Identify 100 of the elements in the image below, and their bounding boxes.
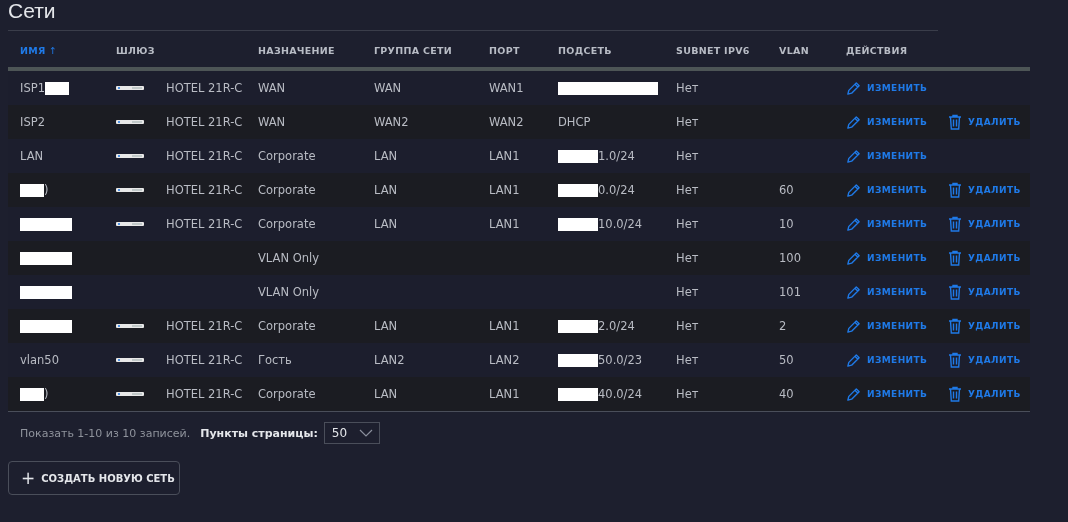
- gateway-device-icon: [116, 153, 144, 159]
- edit-link[interactable]: ИЗМЕНИТЬ: [846, 250, 936, 266]
- cell-text: VLAN Only: [258, 285, 319, 299]
- cell-text: 1.0/24: [598, 149, 635, 163]
- page-size-label: Пункты страницы:: [200, 426, 318, 440]
- column-header[interactable]: ГРУППА СЕТИ: [374, 45, 453, 56]
- gateway-device-icon: [116, 187, 144, 193]
- cell-text: 60: [779, 183, 794, 197]
- cell-text: ): [44, 387, 49, 401]
- pencil-icon: [846, 284, 861, 300]
- cell-text: DHCP: [558, 115, 591, 129]
- cell-text: 50.0/23: [598, 353, 643, 367]
- trash-icon: [948, 114, 962, 130]
- edit-link[interactable]: ИЗМЕНИТЬ: [846, 318, 936, 334]
- cell-text: 0.0/24: [598, 183, 635, 197]
- pencil-icon: [846, 318, 861, 334]
- cell-text: Нет: [676, 387, 699, 401]
- edit-link[interactable]: ИЗМЕНИТЬ: [846, 182, 936, 198]
- pencil-icon: [846, 114, 861, 130]
- cell-text: Нет: [676, 285, 699, 299]
- cell-text: 50: [779, 353, 794, 367]
- cell-text: ): [44, 183, 49, 197]
- cell-text: LAN1: [489, 149, 520, 163]
- cell-text: LAN: [374, 183, 398, 197]
- cell-text: LAN1: [489, 217, 520, 231]
- cell-text: Corporate: [258, 319, 316, 333]
- column-header[interactable]: ИМЯ ↑: [20, 45, 58, 56]
- trash-icon: [948, 318, 962, 334]
- cell-text: LAN1: [489, 387, 520, 401]
- cell-text: Нет: [676, 149, 699, 163]
- trash-icon: [948, 216, 962, 232]
- edit-link[interactable]: ИЗМЕНИТЬ: [846, 216, 936, 232]
- cell-text: HOTEL 21R-C: [166, 115, 243, 129]
- cell-text: 2: [779, 319, 787, 333]
- cell-text: Нет: [676, 251, 699, 265]
- cell-text: 100: [779, 251, 801, 265]
- cell-text: LAN2: [374, 353, 405, 367]
- pencil-icon: [846, 250, 861, 266]
- cell-text: Гость: [258, 353, 292, 367]
- cell-text: vlan50: [20, 353, 59, 367]
- edit-link[interactable]: ИЗМЕНИТЬ: [846, 352, 936, 368]
- cell-text: HOTEL 21R-C: [166, 217, 243, 231]
- cell-text: LAN: [20, 149, 44, 163]
- column-header[interactable]: SUBNET IPV6: [676, 45, 750, 56]
- cell-text: WAN2: [489, 115, 524, 129]
- cell-text: HOTEL 21R-C: [166, 81, 243, 95]
- edit-link[interactable]: ИЗМЕНИТЬ: [846, 148, 936, 164]
- pencil-icon: [846, 80, 861, 96]
- cell-text: ISP1: [20, 81, 45, 95]
- cell-text: Нет: [676, 319, 699, 333]
- edit-link[interactable]: ИЗМЕНИТЬ: [846, 80, 936, 96]
- edit-link[interactable]: ИЗМЕНИТЬ: [846, 114, 936, 130]
- delete-link[interactable]: УДАЛИТЬ: [948, 250, 1021, 266]
- delete-link[interactable]: УДАЛИТЬ: [948, 216, 1021, 232]
- column-header[interactable]: НАЗНАЧЕНИЕ: [258, 45, 335, 56]
- delete-link[interactable]: УДАЛИТЬ: [948, 182, 1021, 198]
- create-network-button[interactable]: + СОЗДАТЬ НОВУЮ СЕТЬ: [8, 461, 180, 495]
- cell-text: LAN2: [489, 353, 520, 367]
- cell-text: 40.0/24: [598, 387, 643, 401]
- cell-text: WAN1: [489, 81, 524, 95]
- cell-text: LAN: [374, 387, 398, 401]
- delete-link[interactable]: УДАЛИТЬ: [948, 352, 1021, 368]
- cell-text: Нет: [676, 353, 699, 367]
- cell-text: LAN1: [489, 319, 520, 333]
- cell-text: WAN: [258, 81, 286, 95]
- trash-icon: [948, 284, 962, 300]
- column-header[interactable]: VLAN: [779, 45, 809, 56]
- cell-text: HOTEL 21R-C: [166, 353, 243, 367]
- cell-text: LAN: [374, 319, 398, 333]
- cell-text: 10.0/24: [598, 217, 643, 231]
- trash-icon: [948, 182, 962, 198]
- cell-text: Нет: [676, 183, 699, 197]
- pencil-icon: [846, 148, 861, 164]
- pencil-icon: [846, 182, 861, 198]
- cell-text: Нет: [676, 115, 699, 129]
- gateway-device-icon: [116, 221, 144, 227]
- cell-text: HOTEL 21R-C: [166, 183, 243, 197]
- trash-icon: [948, 250, 962, 266]
- cell-text: HOTEL 21R-C: [166, 149, 243, 163]
- cell-text: Нет: [676, 217, 699, 231]
- cell-text: LAN1: [489, 183, 520, 197]
- cell-text: Corporate: [258, 149, 316, 163]
- edit-link[interactable]: ИЗМЕНИТЬ: [846, 386, 936, 402]
- delete-link[interactable]: УДАЛИТЬ: [948, 284, 1021, 300]
- cell-text: Нет: [676, 81, 699, 95]
- column-header[interactable]: ПОДСЕТЬ: [558, 45, 612, 56]
- page-size-select[interactable]: 50: [323, 422, 380, 444]
- page-title: Сети: [8, 0, 56, 22]
- column-header[interactable]: ДЕЙСТВИЯ: [846, 45, 908, 56]
- trash-icon: [948, 386, 962, 402]
- cell-text: ISP2: [20, 115, 45, 129]
- cell-text: LAN: [374, 217, 398, 231]
- column-header[interactable]: ШЛЮЗ: [116, 45, 155, 56]
- pencil-icon: [846, 386, 861, 402]
- column-header[interactable]: ПОРТ: [489, 45, 520, 56]
- cell-text: HOTEL 21R-C: [166, 319, 243, 333]
- delete-link[interactable]: УДАЛИТЬ: [948, 114, 1021, 130]
- edit-link[interactable]: ИЗМЕНИТЬ: [846, 284, 936, 300]
- delete-link[interactable]: УДАЛИТЬ: [948, 386, 1021, 402]
- delete-link[interactable]: УДАЛИТЬ: [948, 318, 1021, 334]
